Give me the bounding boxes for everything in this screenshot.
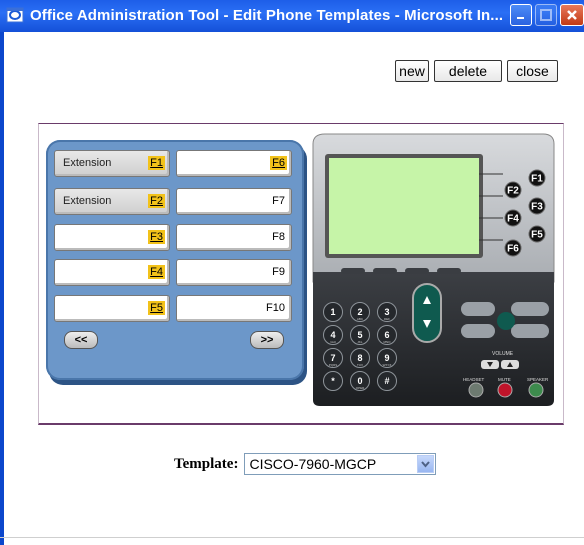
phone-softkey-f3: F3 [528, 197, 546, 215]
svg-text:0: 0 [357, 376, 362, 386]
svg-text:F2: F2 [507, 186, 519, 197]
ie-icon [6, 7, 24, 23]
svg-text:ABC: ABC [357, 317, 364, 321]
line-key-f3[interactable]: F3 [54, 224, 170, 251]
keypad-key-5: 5JKL [350, 325, 370, 345]
svg-text:4: 4 [330, 330, 335, 340]
svg-text:#: # [384, 376, 389, 386]
status-divider [0, 537, 584, 538]
prev-page-button[interactable]: << [64, 331, 98, 349]
phone-softkey-f4: F4 [504, 209, 522, 227]
nav-rocker [412, 283, 442, 343]
fkey-label: F7 [272, 195, 285, 207]
maximize-icon [540, 9, 552, 21]
template-selected-value: CISCO-7960-MGCP [249, 456, 377, 472]
svg-text:3: 3 [384, 307, 389, 317]
svg-text:JKL: JKL [357, 340, 363, 344]
svg-text:OPER: OPER [356, 386, 365, 390]
line-key-f4[interactable]: F4 [54, 259, 170, 286]
line-key-f10[interactable]: F10 [176, 295, 292, 322]
svg-text:5: 5 [357, 330, 362, 340]
fkey-label: F10 [266, 302, 285, 314]
phone-image: F1 F2 F3 F4 F5 F6 1 2ABC 3DEF 4GHI 5JKL 6MNO 7PQRS 8… [312, 133, 555, 406]
svg-text:F1: F1 [531, 174, 543, 185]
svg-text:F3: F3 [531, 202, 543, 213]
phone-softkey-f1: F1 [528, 169, 546, 187]
keypad-key-9: 9WXYZ [377, 348, 397, 368]
fkey-label: F6 [270, 156, 287, 170]
line-key-label: Extension [63, 157, 112, 169]
svg-text:HEADSET: HEADSET [463, 377, 485, 382]
phone-softkey-f5: F5 [528, 225, 546, 243]
line-key-f9[interactable]: F9 [176, 259, 292, 286]
keypad-key-#: # [377, 371, 397, 391]
fkey-label: F4 [148, 265, 165, 279]
svg-text:7: 7 [330, 353, 335, 363]
window-title: Office Administration Tool - Edit Phone … [30, 7, 504, 24]
svg-text:GHI: GHI [330, 340, 336, 344]
keypad-key-0: 0OPER [350, 371, 370, 391]
dropdown-button[interactable] [417, 455, 435, 473]
keypad-key-2: 2ABC [350, 302, 370, 322]
line-key-f5[interactable]: F5 [54, 295, 170, 322]
svg-text:MNO: MNO [384, 340, 392, 344]
svg-text:PQRS: PQRS [329, 363, 338, 367]
keypad-key-4: 4GHI [323, 325, 343, 345]
phone-softkey-f2: F2 [504, 181, 522, 199]
keypad-key-*: * [323, 371, 343, 391]
fkey-label: F1 [148, 156, 165, 170]
phone-softkey-f6: F6 [504, 239, 522, 257]
maximize-button[interactable] [535, 4, 557, 26]
next-page-button[interactable]: >> [250, 331, 284, 349]
svg-text:TUV: TUV [357, 363, 363, 367]
svg-text:SPEAKER: SPEAKER [527, 377, 549, 382]
svg-text:F6: F6 [507, 244, 519, 255]
keypad-key-3: 3DEF [377, 302, 397, 322]
svg-text:WXYZ: WXYZ [383, 363, 392, 367]
svg-text:6: 6 [384, 330, 389, 340]
line-key-f1[interactable]: Extension F1 [54, 150, 170, 177]
fkey-label: F9 [272, 266, 285, 278]
svg-text:8: 8 [357, 353, 362, 363]
keypad-key-7: 7PQRS [323, 348, 343, 368]
minimize-button[interactable] [510, 4, 532, 26]
close-icon [567, 10, 577, 20]
close-window-button[interactable] [560, 4, 584, 26]
line-key-f6[interactable]: F6 [176, 150, 292, 177]
line-key-f7[interactable]: F7 [176, 188, 292, 215]
keypad-key-6: 6MNO [377, 325, 397, 345]
keypad-key-8: 8TUV [350, 348, 370, 368]
title-bar[interactable]: Office Administration Tool - Edit Phone … [0, 0, 584, 32]
delete-button[interactable]: delete [434, 60, 502, 82]
fkey-label: F5 [148, 301, 165, 315]
phone-screen [329, 158, 479, 254]
line-key-f2[interactable]: Extension F2 [54, 188, 170, 215]
minimize-icon [517, 17, 524, 19]
template-select[interactable]: CISCO-7960-MGCP [244, 453, 437, 475]
svg-text:F5: F5 [531, 230, 543, 241]
chevron-down-icon [421, 460, 431, 468]
template-label: Template: [174, 455, 239, 472]
line-key-panel: Extension F1 Extension F2 F3 F4 F5 F6 F7… [46, 140, 304, 380]
svg-text:2: 2 [357, 307, 362, 317]
svg-text:9: 9 [384, 353, 389, 363]
new-button[interactable]: new [395, 60, 429, 82]
line-key-label: Extension [63, 195, 112, 207]
fkey-label: F3 [148, 230, 165, 244]
svg-text:1: 1 [330, 307, 335, 317]
svg-text:MUTE: MUTE [498, 377, 511, 382]
svg-text:*: * [331, 376, 335, 386]
fkey-label: F8 [272, 231, 285, 243]
fkey-label: F2 [148, 194, 165, 208]
keypad-key-1: 1 [323, 302, 343, 322]
svg-text:VOLUME: VOLUME [492, 351, 514, 357]
svg-text:F4: F4 [507, 214, 519, 225]
template-row: Template: CISCO-7960-MGCP [174, 452, 437, 476]
browser-window: Office Administration Tool - Edit Phone … [0, 0, 584, 545]
svg-text:DEF: DEF [384, 317, 390, 321]
line-key-f8[interactable]: F8 [176, 224, 292, 251]
close-button[interactable]: close [507, 60, 558, 82]
